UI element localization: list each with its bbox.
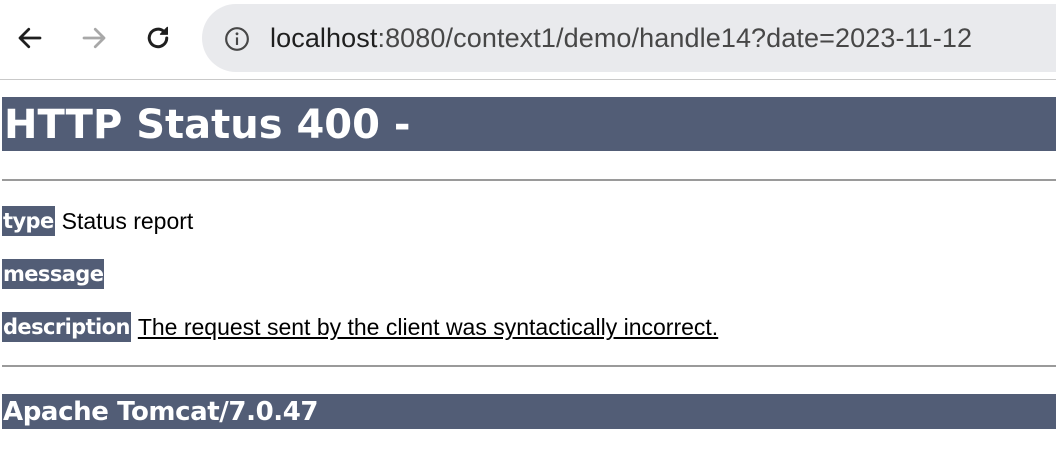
arrow-right-icon [82,27,106,49]
server-footer: Apache Tomcat/7.0.47 [2,394,1056,429]
divider [2,179,1056,181]
description-label: description [2,312,131,342]
url-text[interactable]: localhost:8080/context1/demo/handle14?da… [270,21,972,55]
browser-toolbar: localhost:8080/context1/demo/handle14?da… [0,0,1056,80]
message-row: message [2,259,111,289]
info-circle-icon[interactable] [224,26,250,52]
page-title: HTTP Status 400 - [2,97,1056,151]
arrow-left-icon [18,27,42,49]
type-value: Status report [61,208,194,234]
type-row: type Status report [2,206,193,236]
description-row: description The request sent by the clie… [2,312,718,342]
url-path: :8080/context1/demo/handle14?date=2023-1… [377,23,973,53]
url-host: localhost [270,23,378,53]
forward-button[interactable] [74,18,114,58]
back-button[interactable] [10,18,50,58]
address-bar[interactable]: localhost:8080/context1/demo/handle14?da… [202,4,1056,72]
type-label: type [2,206,55,236]
reload-button[interactable] [138,18,178,58]
reload-icon [147,26,169,49]
divider [2,365,1056,367]
message-label: message [2,259,105,289]
description-value: The request sent by the client was synta… [137,314,719,340]
